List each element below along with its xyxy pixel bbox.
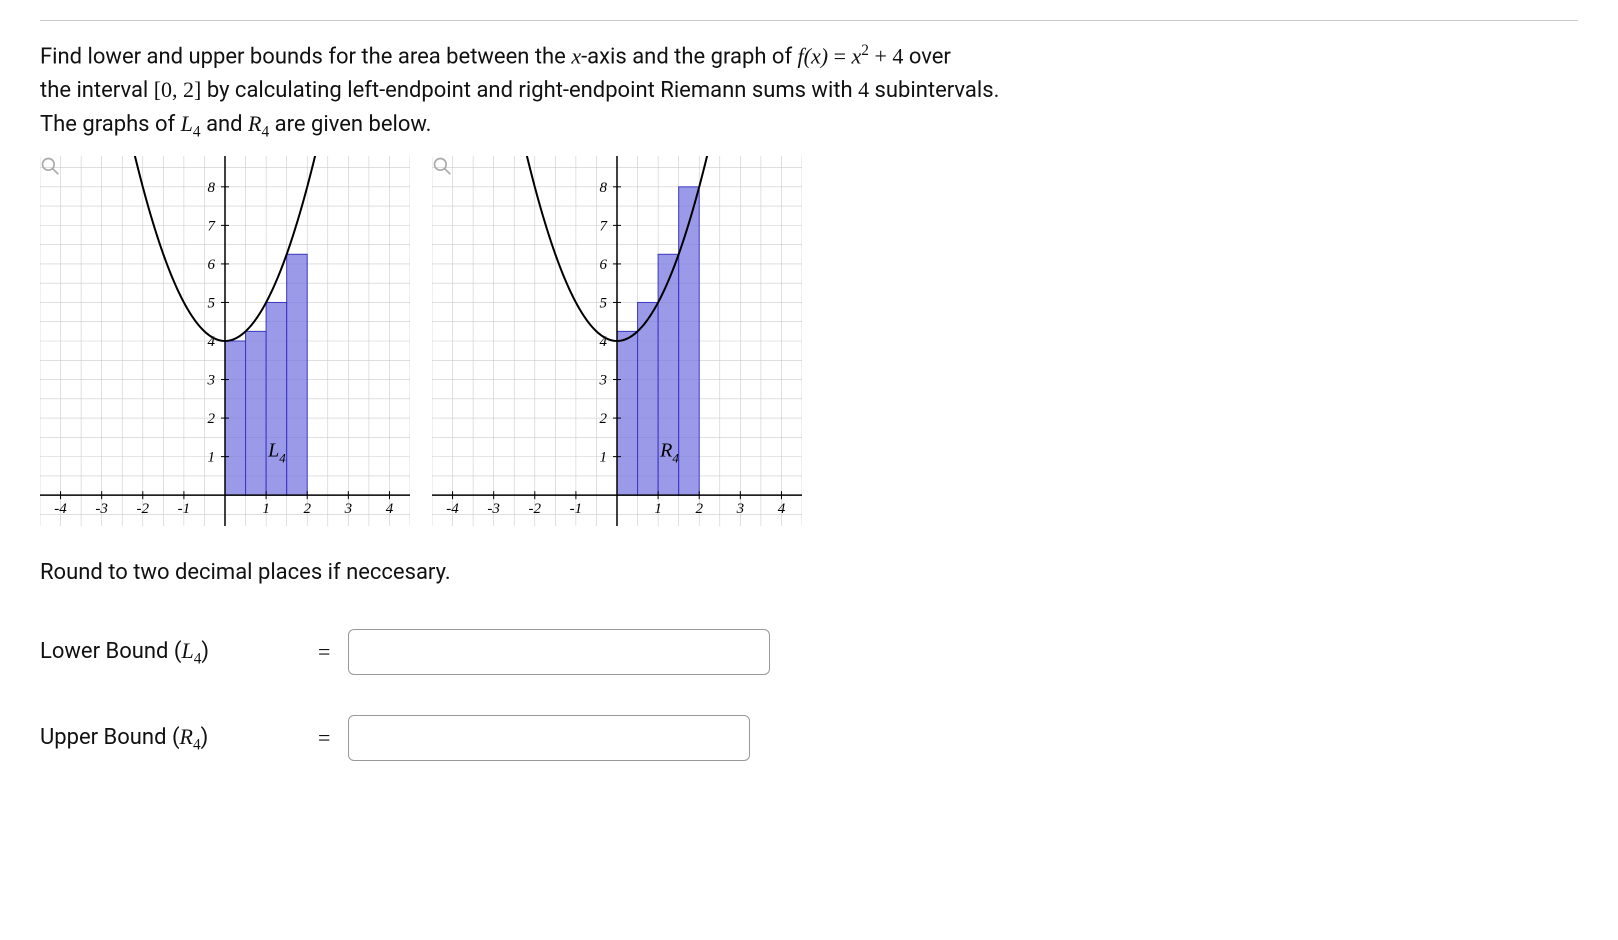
svg-text:-1: -1 xyxy=(570,501,583,517)
text: The graphs of xyxy=(40,112,181,137)
rounding-instruction: Round to two decimal places if neccesary… xyxy=(40,556,1578,589)
svg-text:-3: -3 xyxy=(95,501,108,517)
eq: = xyxy=(828,43,851,68)
svg-text:-3: -3 xyxy=(487,501,500,517)
svg-text:8: 8 xyxy=(208,180,216,196)
fx: f(x) xyxy=(798,43,829,68)
text: the interval xyxy=(40,78,154,103)
svg-text:1: 1 xyxy=(654,501,662,517)
plus4: + 4 xyxy=(869,43,903,68)
text: and xyxy=(201,112,248,137)
text: ) xyxy=(201,639,209,664)
text: -axis and the graph of xyxy=(581,44,797,69)
svg-text:-2: -2 xyxy=(529,501,542,517)
equals-sign: = xyxy=(310,721,338,754)
svg-text:1: 1 xyxy=(262,501,270,517)
svg-text:-2: -2 xyxy=(137,501,150,517)
upper-bound-label: Upper Bound (R4) xyxy=(40,720,300,757)
svg-text:7: 7 xyxy=(600,218,609,234)
svg-text:6: 6 xyxy=(600,257,608,273)
svg-text:-4: -4 xyxy=(446,501,459,517)
R: R xyxy=(248,111,261,136)
text: subintervals. xyxy=(869,78,999,103)
graph-L4-svg: -4-3-2-1123412345678L4 xyxy=(40,156,410,526)
R: R xyxy=(179,724,192,749)
equals-sign: = xyxy=(310,635,338,668)
text: are given below. xyxy=(269,112,431,137)
nsub: 4 xyxy=(858,77,869,102)
L: L xyxy=(181,111,193,136)
x-var: x xyxy=(571,43,581,68)
graph-R4-svg: -4-3-2-1123412345678R4 xyxy=(432,156,802,526)
exp2: 2 xyxy=(861,42,869,59)
text: Find lower and upper bounds for the area… xyxy=(40,44,571,69)
L: L xyxy=(181,638,193,663)
svg-text:2: 2 xyxy=(600,411,608,427)
svg-text:6: 6 xyxy=(208,257,216,273)
text: by calculating left-endpoint and right-e… xyxy=(201,78,858,103)
svg-text:2: 2 xyxy=(695,501,703,517)
problem-statement: Find lower and upper bounds for the area… xyxy=(40,39,1578,144)
svg-text:4: 4 xyxy=(386,501,394,517)
interval: [0, 2] xyxy=(154,77,202,102)
upper-bound-input[interactable] xyxy=(348,715,750,761)
graph-R4[interactable]: -4-3-2-1123412345678R4 xyxy=(432,156,802,526)
svg-text:2: 2 xyxy=(303,501,311,517)
svg-text:5: 5 xyxy=(600,295,608,311)
svg-text:3: 3 xyxy=(736,501,745,517)
sub4: 4 xyxy=(193,736,201,753)
svg-text:3: 3 xyxy=(207,372,216,388)
lower-bound-row: Lower Bound (L4) = xyxy=(40,629,1578,675)
zoom-icon[interactable] xyxy=(432,156,452,176)
text: Upper Bound ( xyxy=(40,725,179,750)
text: Lower Bound ( xyxy=(40,639,181,664)
svg-text:5: 5 xyxy=(208,295,216,311)
svg-text:3: 3 xyxy=(344,501,353,517)
svg-text:1: 1 xyxy=(208,449,216,465)
text: ) xyxy=(201,725,209,750)
graph-L4[interactable]: -4-3-2-1123412345678L4 xyxy=(40,156,410,526)
x: x xyxy=(852,43,862,68)
svg-text:-1: -1 xyxy=(178,501,191,517)
top-rule xyxy=(40,20,1578,21)
svg-text:8: 8 xyxy=(600,180,608,196)
lower-bound-label: Lower Bound (L4) xyxy=(40,634,300,671)
upper-bound-row: Upper Bound (R4) = xyxy=(40,715,1578,761)
svg-text:2: 2 xyxy=(208,411,216,427)
svg-text:1: 1 xyxy=(600,449,608,465)
L4sub: 4 xyxy=(193,124,201,141)
lower-bound-input[interactable] xyxy=(348,629,770,675)
zoom-icon[interactable] xyxy=(40,156,60,176)
svg-text:7: 7 xyxy=(208,218,217,234)
svg-text:-4: -4 xyxy=(54,501,67,517)
svg-text:3: 3 xyxy=(599,372,608,388)
text: over xyxy=(903,44,950,69)
graphs-container: -4-3-2-1123412345678L4 -4-3-2-1123412345… xyxy=(40,156,1578,526)
svg-text:4: 4 xyxy=(778,501,786,517)
